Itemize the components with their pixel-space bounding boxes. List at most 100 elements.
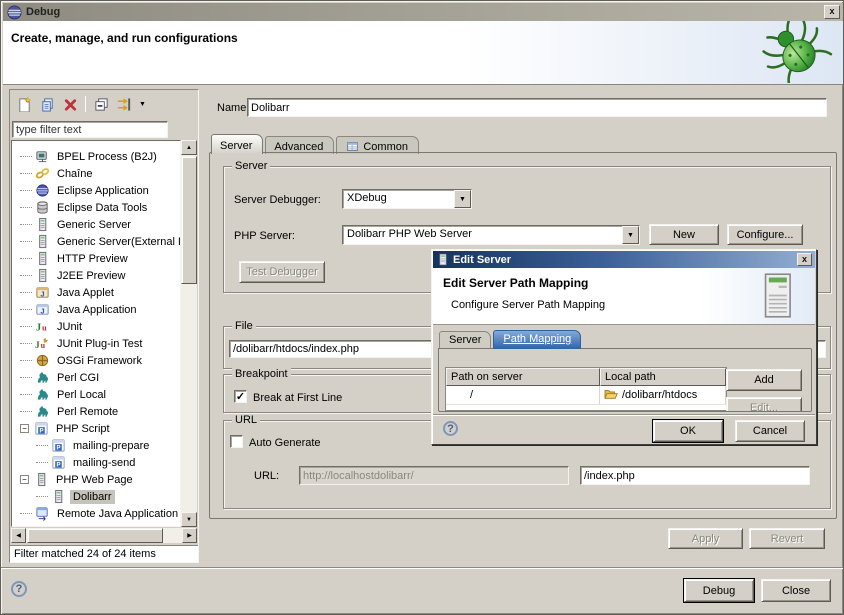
tree-item-php-script[interactable]: −PPHP Script — [12, 420, 180, 437]
tree-item-mailing-prepare[interactable]: Pmailing-prepare — [12, 437, 180, 454]
tree-item-eclipse-data-tools[interactable]: Eclipse Data Tools — [12, 199, 180, 216]
tree-item-java-applet[interactable]: JJava Applet — [12, 284, 180, 301]
tree-item-junit[interactable]: JuJUnit — [12, 318, 180, 335]
window-titlebar: Debug x — [3, 3, 843, 21]
php-server-select[interactable]: Dolibarr PHP Web Server ▼ — [342, 225, 640, 245]
tree-connector — [20, 360, 32, 361]
tab-server[interactable]: Server — [211, 134, 263, 154]
svg-text:u: u — [42, 322, 47, 332]
path-mapping-row[interactable]: / /dolibarr/htdocs — [446, 386, 726, 404]
dialog-header: Edit Server Path Mapping Configure Serve… — [433, 268, 815, 325]
dialog-subheading: Configure Server Path Mapping — [451, 299, 605, 311]
tree-connector — [36, 496, 48, 497]
hscroll-thumb[interactable] — [27, 528, 163, 543]
svg-text:J: J — [35, 341, 40, 351]
tree-item-cha-ne[interactable]: Chaîne — [12, 165, 180, 182]
tree-item-label: Perl Remote — [54, 405, 121, 419]
server-debugger-select[interactable]: XDebug ▼ — [342, 189, 472, 209]
scroll-right-icon[interactable]: ▶ — [182, 528, 197, 543]
tree-item-php-web-page[interactable]: − PHP Web Page — [12, 471, 180, 488]
new-config-icon[interactable] — [16, 96, 32, 112]
tree-item-j2ee-preview[interactable]: J2EE Preview — [12, 267, 180, 284]
tab-path-mapping[interactable]: Path Mapping — [493, 330, 581, 349]
filter-icon[interactable] — [116, 96, 132, 112]
scroll-left-icon[interactable]: ◀ — [11, 528, 26, 543]
tree-vertical-scrollbar[interactable]: ▲ ▼ — [181, 140, 197, 527]
new-button[interactable]: New — [649, 224, 719, 245]
tree-item-mailing-send[interactable]: Pmailing-send — [12, 454, 180, 471]
help-icon[interactable]: ? — [11, 581, 27, 597]
path-on-server-cell[interactable]: / — [446, 386, 600, 404]
path-mapping-table: Path on server Local path / /dolibarr/htd… — [445, 367, 727, 411]
cancel-button[interactable]: Cancel — [735, 420, 805, 442]
test-debugger-button[interactable]: Test Debugger — [239, 261, 325, 283]
svg-text:J: J — [35, 322, 40, 333]
perl-icon — [34, 370, 50, 386]
junit-icon: Ju — [34, 319, 50, 335]
tree-item-perl-remote[interactable]: Perl Remote — [12, 403, 180, 420]
header-banner: Create, manage, and run configurations — [3, 21, 843, 85]
tree-item-label: Perl Local — [54, 388, 109, 402]
chevron-down-icon[interactable]: ▼ — [622, 226, 639, 244]
vscroll-thumb[interactable] — [181, 156, 197, 284]
tree-item-dolibarr[interactable]: Dolibarr — [12, 488, 180, 505]
tree-item-http-preview[interactable]: HTTP Preview — [12, 250, 180, 267]
menu-caret-icon[interactable]: ▼ — [139, 101, 146, 108]
dialog-heading: Edit Server Path Mapping — [443, 276, 588, 290]
php-web-icon — [50, 489, 66, 505]
scroll-up-icon[interactable]: ▲ — [181, 140, 197, 155]
debug-button[interactable]: Debug — [684, 579, 754, 602]
close-icon[interactable]: x — [824, 5, 840, 19]
tree-item-perl-cgi[interactable]: Perl CGI — [12, 369, 180, 386]
tree-item-java-application[interactable]: JJava Application — [12, 301, 180, 318]
revert-button[interactable]: Revert — [749, 528, 825, 549]
configure-button[interactable]: Configure... — [727, 224, 803, 245]
tree-item-generic-server-external-la[interactable]: Generic Server(External La — [12, 233, 180, 250]
tree-item-perl-local[interactable]: Perl Local — [12, 386, 180, 403]
collapse-node-icon[interactable]: − — [20, 475, 29, 484]
collapse-node-icon[interactable]: − — [20, 424, 29, 433]
tree-item-remote-java-application[interactable]: Remote Java Application — [12, 505, 180, 522]
tree-item-bpel-process-b2j[interactable]: BPEL Process (B2J) — [12, 148, 180, 165]
break-first-line-checkbox[interactable]: ✓ — [234, 390, 247, 403]
column-path-on-server[interactable]: Path on server — [446, 368, 600, 386]
duplicate-icon[interactable] — [39, 96, 55, 112]
tree-item-generic-server[interactable]: Generic Server — [12, 216, 180, 233]
url-group-label: URL — [232, 414, 260, 426]
help-icon[interactable]: ? — [443, 421, 458, 436]
scroll-down-icon[interactable]: ▼ — [181, 512, 197, 527]
url-path-input[interactable] — [580, 466, 810, 485]
apply-button[interactable]: Apply — [668, 528, 743, 549]
chevron-down-icon[interactable]: ▼ — [454, 190, 471, 208]
close-icon[interactable]: x — [797, 253, 812, 266]
dialog-tabs: Server Path Mapping — [439, 330, 581, 349]
tree-item-junit-plug-in-test[interactable]: JuJUnit Plug-in Test — [12, 335, 180, 352]
ok-button[interactable]: OK — [653, 420, 723, 442]
add-button[interactable]: Add — [726, 369, 802, 391]
tree-item-eclipse-application[interactable]: Eclipse Application — [12, 182, 180, 199]
server-icon — [34, 217, 50, 233]
edit-button[interactable]: Edit... — [726, 397, 802, 412]
local-path-label: /dolibarr/htdocs — [622, 389, 697, 401]
filter-input[interactable] — [12, 121, 168, 138]
column-local-path[interactable]: Local path — [600, 368, 726, 386]
local-path-cell[interactable]: /dolibarr/htdocs — [600, 386, 726, 404]
close-button[interactable]: Close — [761, 579, 831, 602]
auto-generate-checkbox[interactable] — [230, 435, 243, 448]
database-icon — [34, 200, 50, 216]
name-input[interactable] — [247, 98, 827, 117]
collapse-all-icon[interactable] — [93, 96, 109, 112]
tab-server-settings[interactable]: Server — [439, 331, 491, 349]
tree-item-label: PHP Web Page — [53, 473, 136, 487]
tree-connector — [36, 445, 48, 446]
tree-horizontal-scrollbar[interactable]: ◀ ▶ — [11, 528, 197, 543]
delete-icon[interactable] — [62, 96, 78, 112]
server-debugger-label: Server Debugger: — [234, 194, 321, 206]
svg-text:J: J — [40, 306, 44, 315]
tree-item-osgi-framework[interactable]: OSGi Framework — [12, 352, 180, 369]
break-first-line-label: Break at First Line — [253, 392, 342, 404]
eclipse-sphere-icon — [34, 183, 50, 199]
tree-item-label: mailing-prepare — [70, 439, 152, 453]
toolbar-separator — [85, 96, 86, 112]
config-tabs: Server Advanced Common — [211, 134, 419, 154]
